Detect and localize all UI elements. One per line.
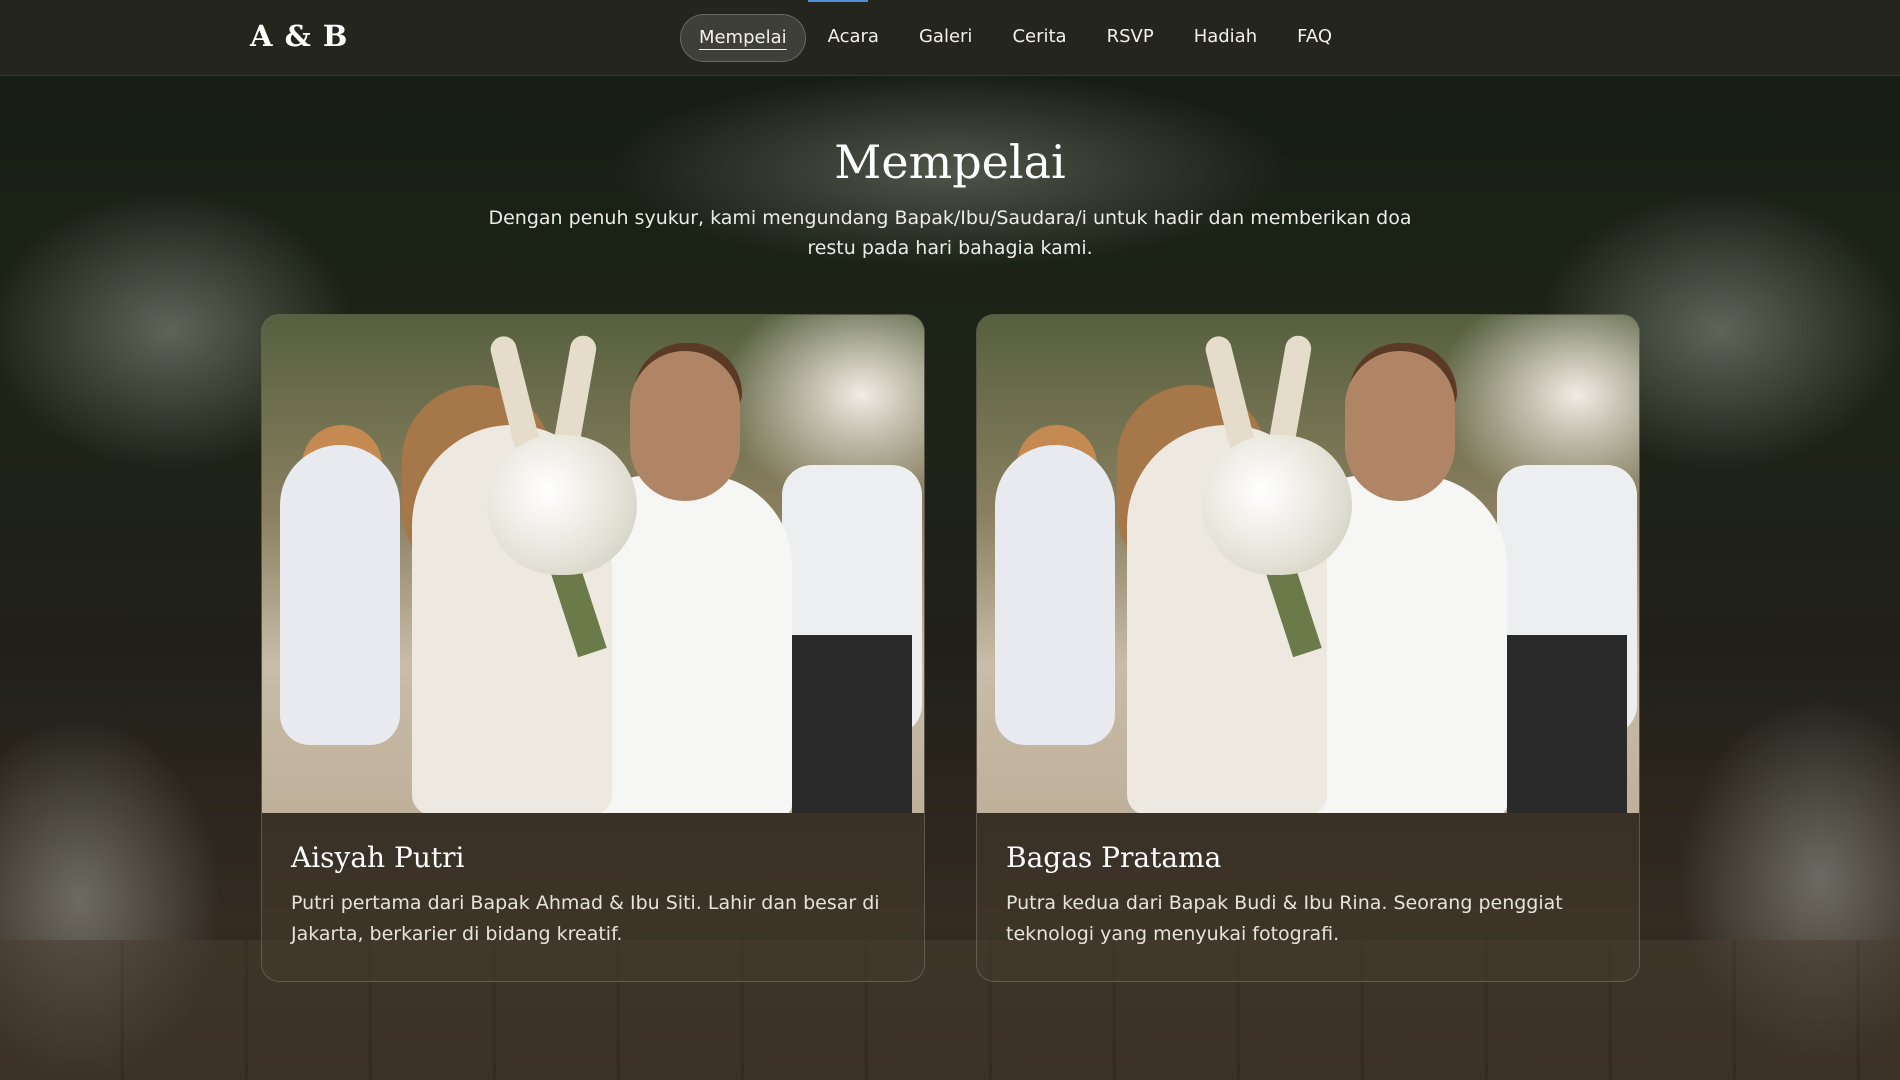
bride-card: Aisyah Putri Putri pertama dari Bapak Ah… [261, 314, 925, 982]
scroll-progress-indicator [808, 0, 868, 2]
section-title: Mempelai [834, 135, 1066, 189]
nav-item-rsvp[interactable]: RSVP [1089, 14, 1172, 62]
nav-item-mempelai[interactable]: Mempelai [679, 14, 806, 62]
site-logo[interactable]: A & B [250, 19, 348, 53]
couple-photo [262, 315, 924, 813]
section-subtitle: Dengan penuh syukur, kami mengundang Bap… [488, 207, 1412, 259]
nav-item-hadiah[interactable]: Hadiah [1176, 14, 1275, 62]
nav-item-acara[interactable]: Acara [810, 14, 897, 62]
groom-name: Bagas Pratama [1006, 841, 1222, 874]
groom-card: Bagas Pratama Putra kedua dari Bapak Bud… [976, 314, 1640, 982]
couple-photo [977, 315, 1639, 813]
main-nav: Mempelai Acara Galeri Cerita RSVP Hadiah… [679, 14, 1350, 62]
nav-item-galeri[interactable]: Galeri [901, 14, 990, 62]
top-navigation-bar: A & B Mempelai Acara Galeri Cerita RSVP … [0, 0, 1900, 76]
bride-name: Aisyah Putri [291, 841, 465, 874]
groom-description: Putra kedua dari Bapak Budi & Ibu Rina. … [1006, 892, 1563, 945]
nav-item-cerita[interactable]: Cerita [994, 14, 1084, 62]
nav-item-faq[interactable]: FAQ [1279, 14, 1350, 62]
bride-description: Putri pertama dari Bapak Ahmad & Ibu Sit… [291, 892, 880, 945]
